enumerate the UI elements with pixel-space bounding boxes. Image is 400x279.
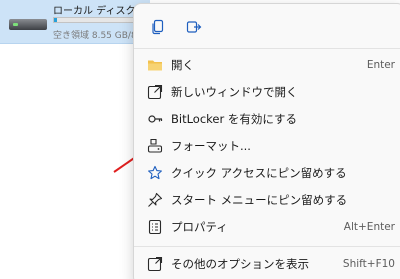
menu-item-label: 新しいウィンドウで開く — [171, 84, 298, 99]
menu-item-format[interactable]: フォーマット... — [139, 132, 400, 159]
copy-icon — [152, 19, 164, 35]
copy-button[interactable] — [144, 13, 172, 41]
menu-item-open[interactable]: 開く Enter — [139, 51, 400, 78]
drive-tile[interactable]: ローカル ディスク (E:) 空き領域 8.55 GB/8 — [0, 0, 150, 44]
menu-item-label: その他のオプションを表示 — [171, 256, 309, 271]
share-icon — [186, 21, 202, 33]
menu-item-more-options[interactable]: その他のオプションを表示 Shift+F10 — [139, 250, 400, 277]
menu-item-properties[interactable]: プロパティ Alt+Enter — [139, 213, 400, 240]
quick-actions-bar — [144, 13, 208, 41]
pin-icon — [147, 192, 163, 208]
menu-item-label: フォーマット... — [171, 138, 251, 153]
menu-divider — [134, 246, 400, 247]
more-options-icon — [147, 256, 163, 272]
menu-item-open-new-window[interactable]: 新しいウィンドウで開く — [139, 78, 400, 105]
key-icon — [147, 111, 163, 127]
menu-item-pin-start[interactable]: スタート メニューにピン留めする — [139, 186, 400, 213]
menu-item-label: BitLocker を有効にする — [171, 111, 297, 126]
menu-item-shortcut: Enter — [366, 58, 395, 71]
folder-icon — [147, 57, 163, 73]
menu-item-label: スタート メニューにピン留めする — [171, 192, 348, 207]
menu-item-pin-quick-access[interactable]: クイック アクセスにピン留めする — [139, 159, 400, 186]
hard-drive-icon — [9, 19, 47, 30]
menu-item-label: クイック アクセスにピン留めする — [171, 165, 347, 180]
open-new-window-icon — [147, 84, 163, 100]
properties-icon — [147, 219, 163, 235]
context-menu: 開く Enter 新しいウィンドウで開く BitLocker を有効にする フォ… — [133, 3, 400, 279]
menu-item-shortcut: Shift+F10 — [342, 257, 395, 270]
share-button[interactable] — [180, 13, 208, 41]
menu-item-shortcut: Alt+Enter — [343, 220, 395, 233]
menu-item-label: 開く — [171, 57, 194, 72]
menu-item-bitlocker[interactable]: BitLocker を有効にする — [139, 105, 400, 132]
menu-item-label: プロパティ — [171, 219, 228, 234]
drive-usage-fill — [54, 18, 57, 22]
star-icon — [147, 165, 163, 181]
menu-divider — [134, 48, 400, 49]
format-drive-icon — [147, 138, 163, 154]
